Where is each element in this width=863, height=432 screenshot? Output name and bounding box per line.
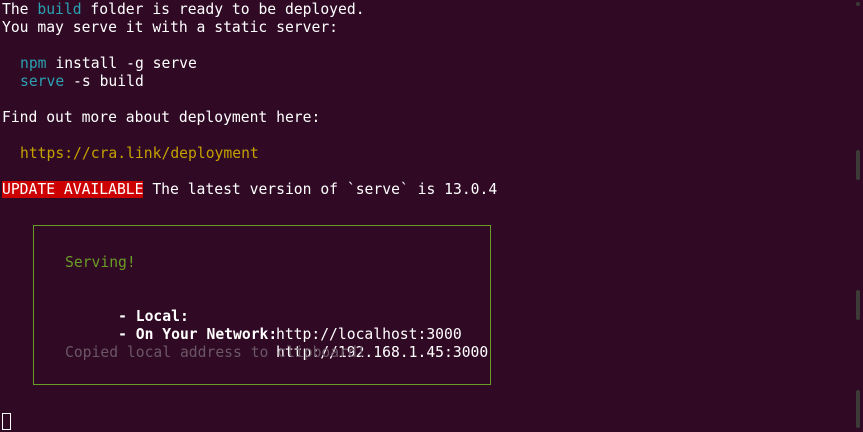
serve-keyword: serve <box>20 73 65 90</box>
serve-build-args: -s build <box>64 73 144 90</box>
scrollbar-thumb[interactable] <box>856 390 860 428</box>
npm-install-args: install -g serve <box>46 55 197 72</box>
update-available-line: UPDATE AVAILABLE The latest version of `… <box>2 181 497 199</box>
build-ready-suffix: folder is ready to be deployed. <box>81 1 365 18</box>
build-folder-name: build <box>37 1 82 18</box>
update-available-badge: UPDATE AVAILABLE <box>2 181 144 198</box>
clipboard-note: Copied local address to clipboard! <box>65 344 366 361</box>
terminal-cursor <box>2 413 11 430</box>
network-address-row: - On Your Network: http://192.168.1.45:3… <box>65 308 488 361</box>
scrollbar-marker-top <box>856 2 860 6</box>
local-url[interactable]: http://localhost:3000 <box>276 326 462 344</box>
update-message: The latest version of `serve` is 13.0.4 <box>143 181 498 198</box>
serve-build-command: serve -s build <box>20 73 144 91</box>
serving-status: Serving! <box>65 254 136 271</box>
serve-status-box: Serving! - Local: http://localhost:3000 … <box>33 225 491 385</box>
serve-hint-line: You may serve it with a static server: <box>2 19 339 36</box>
scrollbar-marker-mid2 <box>856 290 860 320</box>
scrollbar-marker-mid <box>856 150 860 180</box>
local-address-row: - Local: http://localhost:3000 <box>65 290 462 343</box>
deployment-link[interactable]: https://cra.link/deployment <box>20 145 259 163</box>
build-ready-line: The build folder is ready to be deployed… <box>2 1 365 19</box>
deployment-info-line: Find out more about deployment here: <box>2 109 321 126</box>
build-ready-prefix: The <box>2 1 38 18</box>
npm-install-command: npm install -g serve <box>20 55 197 73</box>
terminal-output[interactable]: The build folder is ready to be deployed… <box>0 0 850 432</box>
terminal-scrollbar[interactable] <box>850 0 863 432</box>
network-label: - On Your Network: <box>118 326 278 343</box>
npm-keyword: npm <box>20 55 47 72</box>
